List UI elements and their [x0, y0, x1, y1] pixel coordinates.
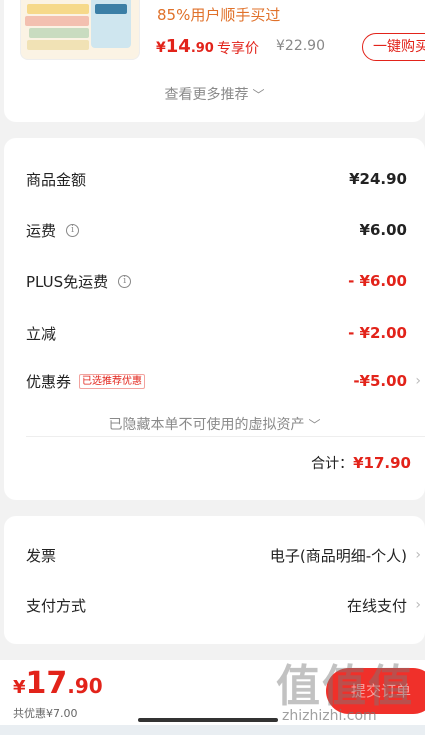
thumbnail-cloth	[27, 40, 89, 50]
invoice-row[interactable]: 发票 电子(商品明细-个人) ›	[26, 543, 421, 567]
more-recommendations-link[interactable]: 查看更多推荐 ﹀	[4, 84, 425, 104]
chevron-right-icon: ›	[415, 547, 421, 563]
coupon-label: 优惠券	[26, 372, 72, 391]
original-price: ¥22.90	[276, 38, 325, 54]
thumbnail-cloth	[25, 16, 89, 26]
invoice-label: 发票	[26, 546, 57, 565]
home-indicator[interactable]	[138, 718, 278, 722]
chevron-down-icon: ﹀	[252, 88, 265, 102]
chevron-down-icon: ﹀	[308, 418, 321, 432]
payment-method-row[interactable]: 支付方式 在线支付 ›	[26, 593, 421, 617]
total-label: 合计：	[311, 456, 354, 472]
coupon-row[interactable]: 优惠券 已选推荐优惠 -¥5.00 ›	[26, 369, 421, 393]
bottom-total-decimal: .90	[67, 674, 103, 698]
submit-order-button[interactable]: 提交订单	[326, 668, 425, 714]
thumbnail-package	[91, 0, 131, 48]
plus-free-shipping-label: PLUS免运费	[26, 272, 109, 291]
coupon-recommended-tag: 已选推荐优惠	[79, 373, 146, 389]
info-circle-icon[interactable]: i	[66, 223, 80, 237]
divider	[26, 436, 425, 437]
coupon-value: -¥5.00	[353, 372, 407, 390]
bought-by-users-text: 85%用户顺手买过	[157, 6, 281, 24]
total-value: ¥17.90	[353, 454, 411, 472]
plus-free-shipping-row: PLUS免运费 i - ¥6.00	[26, 269, 407, 293]
thumbnail-cloth	[29, 28, 89, 38]
price-integer: 14	[165, 36, 191, 57]
total-saved-text: 共优惠¥7.00	[13, 707, 78, 720]
thumbnail-cloth	[27, 4, 89, 14]
shipping-fee-value: ¥6.00	[359, 221, 407, 239]
bottom-strip	[0, 725, 425, 735]
one-click-buy-button[interactable]: 一键购买	[362, 33, 425, 61]
product-thumbnail[interactable]	[20, 0, 140, 60]
instant-discount-label: 立减	[26, 324, 57, 343]
hidden-assets-label: 已隐藏本单不可使用的虚拟资产	[108, 417, 305, 433]
recommendation-price: ¥14.90	[156, 36, 214, 57]
bottom-total-integer: 17	[25, 666, 68, 701]
plus-free-shipping-value: - ¥6.00	[348, 272, 407, 290]
payment-method-value: 在线支付	[346, 596, 407, 615]
shipping-fee-row: 运费 i ¥6.00	[26, 218, 407, 242]
invoice-value: 电子(商品明细-个人)	[269, 546, 407, 565]
price-currency: ¥	[156, 40, 166, 56]
bottom-total-price: ¥17.90	[13, 666, 103, 701]
instant-discount-value: - ¥2.00	[348, 324, 407, 342]
payment-method-label: 支付方式	[26, 596, 87, 615]
chevron-right-icon: ›	[415, 597, 421, 613]
exclusive-price-label: 专享价	[217, 41, 259, 57]
hidden-virtual-assets-link[interactable]: 已隐藏本单不可使用的虚拟资产 ﹀	[4, 414, 425, 434]
shipping-fee-label: 运费	[26, 221, 57, 240]
goods-amount-value: ¥24.90	[349, 170, 407, 188]
more-recommendations-label: 查看更多推荐	[164, 87, 249, 103]
info-circle-icon[interactable]: i	[118, 274, 132, 288]
bottom-currency: ¥	[13, 677, 26, 698]
invoice-payment-card: 发票 电子(商品明细-个人) › 支付方式 在线支付 ›	[4, 516, 425, 644]
instant-discount-row: 立减 - ¥2.00	[26, 321, 407, 345]
price-summary-card: 商品金额 ¥24.90 运费 i ¥6.00 PLUS免运费 i - ¥6.00…	[4, 138, 425, 500]
goods-amount-label: 商品金额	[26, 170, 87, 189]
order-total: 合计：¥17.90	[311, 453, 411, 473]
goods-amount-row: 商品金额 ¥24.90	[26, 167, 407, 191]
price-decimal: .90	[190, 41, 214, 56]
chevron-right-icon: ›	[415, 373, 421, 389]
recommendation-card: 85%用户顺手买过 ¥14.90 专享价 ¥22.90 一键购买 查看更多推荐 ﹀	[4, 0, 425, 122]
bottom-checkout-bar: ¥17.90 共优惠¥7.00 提交订单	[0, 660, 425, 725]
